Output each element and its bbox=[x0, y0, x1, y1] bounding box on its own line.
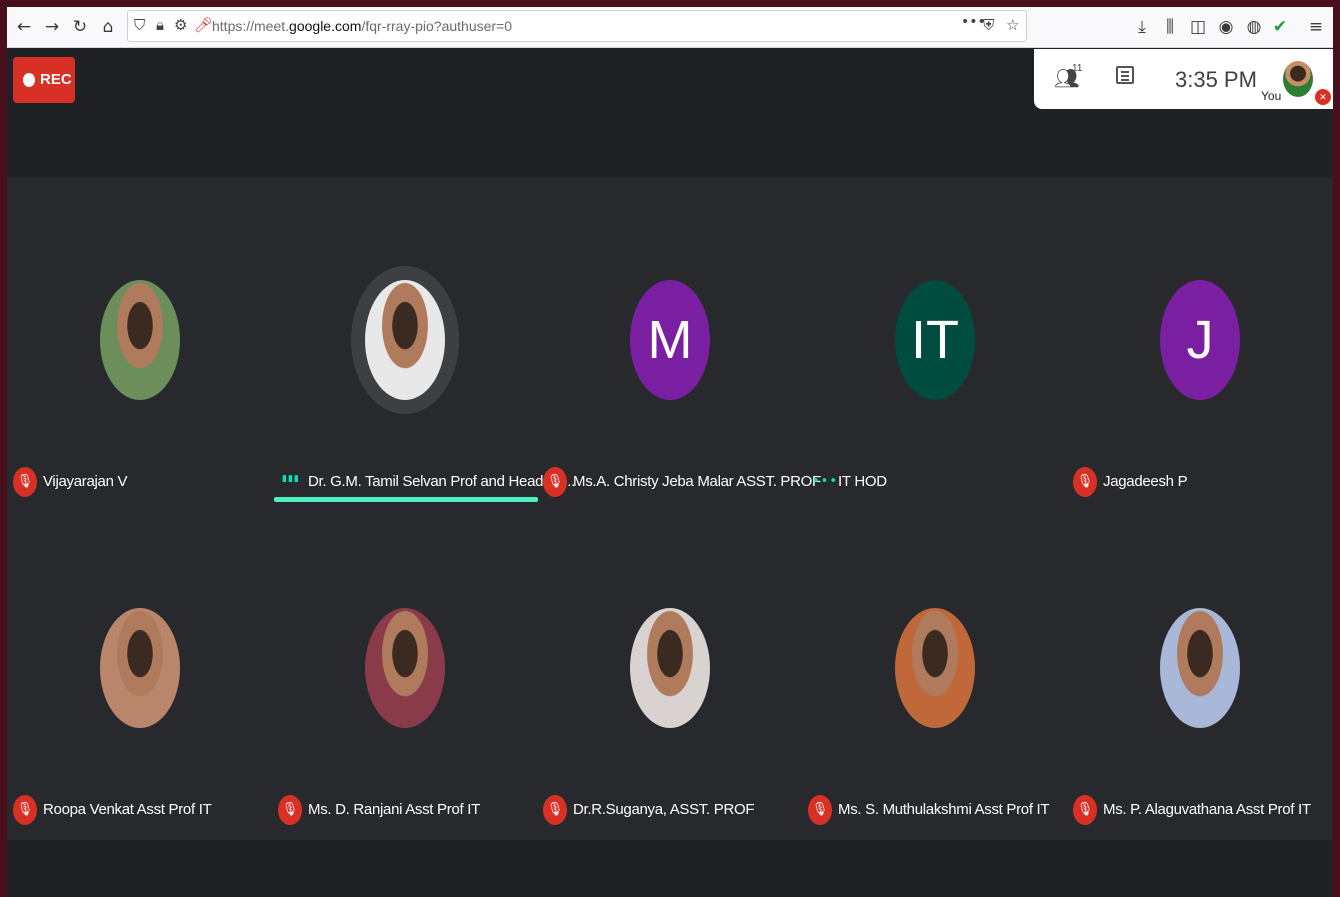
shield-icon[interactable]: ⛉ bbox=[134, 16, 145, 34]
participant-name: Roopa Venkat Asst Prof IT bbox=[43, 801, 212, 818]
back-icon[interactable]: ← bbox=[13, 15, 35, 39]
checkmark-extension-icon[interactable]: ✔ bbox=[1269, 15, 1291, 39]
recording-badge: REC bbox=[13, 57, 75, 103]
participant-avatar: J bbox=[1160, 280, 1240, 400]
recording-dot-icon bbox=[23, 73, 35, 87]
participant-tile[interactable]: 🎙︎ Ms. S. Muthulakshmi Asst Prof IT bbox=[802, 505, 1067, 833]
participant-tile[interactable]: 🎙︎ Roopa Venkat Asst Prof IT bbox=[7, 505, 272, 833]
audio-idle-icon: ••• bbox=[812, 474, 839, 489]
participant-name: Jagadeesh P bbox=[1103, 473, 1188, 490]
participant-name-row: 🎙︎ Dr.R.Suganya, ASST. PROF bbox=[537, 793, 802, 825]
participant-name: Ms. P. Alaguvathana Asst Prof IT bbox=[1103, 801, 1311, 818]
participant-avatar bbox=[100, 280, 180, 400]
participant-tile[interactable]: M 🎙︎ Ms.A. Christy Jeba Malar ASST. PROF bbox=[537, 177, 821, 505]
mic-off-icon: 🎙︎ bbox=[13, 467, 37, 497]
self-label: You bbox=[1261, 89, 1282, 103]
participant-avatar bbox=[365, 280, 445, 400]
participant-tile[interactable]: ▮▮▮ Dr. G.M. Tamil Selvan Prof and Head I… bbox=[272, 177, 575, 505]
microphone-icon[interactable]: 🎤︎ bbox=[194, 16, 213, 34]
bookmark-star-icon[interactable]: ☆ bbox=[1006, 16, 1019, 34]
permissions-icon[interactable]: ⚙ bbox=[174, 16, 187, 34]
participant-avatar bbox=[1160, 608, 1240, 728]
mic-off-icon: 🎙︎ bbox=[278, 795, 302, 825]
participant-name: Dr.R.Suganya, ASST. PROF bbox=[573, 801, 755, 818]
participant-tile[interactable]: 🎙︎ Vijayarajan V bbox=[7, 177, 272, 505]
participant-name: IT HOD bbox=[838, 473, 887, 490]
forward-icon[interactable]: → bbox=[41, 15, 63, 39]
participant-tile[interactable]: IT ••• IT HOD bbox=[802, 177, 1067, 505]
meeting-info-panel: 👥︎ 11 3:35 PM You ✕ bbox=[1034, 49, 1333, 109]
mic-off-icon: 🎙︎ bbox=[808, 795, 832, 825]
participant-avatar bbox=[895, 608, 975, 728]
library-icon[interactable]: ⫼ bbox=[1159, 15, 1181, 39]
url-text[interactable]: https://meet.google.com/fqr-rray-pio?aut… bbox=[212, 18, 512, 34]
participant-name-row: ••• IT HOD bbox=[802, 465, 1067, 495]
people-count: 11 bbox=[1072, 63, 1083, 74]
participant-name-row: 🎙︎ Ms. P. Alaguvathana Asst Prof IT bbox=[1067, 793, 1332, 825]
participant-name: Ms. S. Muthulakshmi Asst Prof IT bbox=[838, 801, 1050, 818]
participant-name-row: 🎙︎ Roopa Venkat Asst Prof IT bbox=[7, 793, 272, 825]
browser-toolbar: ← → ↻ ⌂ ⛉ 🔒︎ ⚙ 🎤︎ https://meet.google.co… bbox=[7, 7, 1333, 48]
participant-tile[interactable]: 🎙︎ Dr.R.Suganya, ASST. PROF bbox=[537, 505, 802, 833]
participant-name: Dr. G.M. Tamil Selvan Prof and Head IT .… bbox=[308, 473, 575, 490]
participant-tile[interactable]: 🎙︎ Ms. D. Ranjani Asst Prof IT bbox=[272, 505, 537, 833]
participant-avatar bbox=[365, 608, 445, 728]
home-icon[interactable]: ⌂ bbox=[97, 15, 119, 39]
menu-icon[interactable]: ≡ bbox=[1305, 15, 1327, 39]
participant-name-row: 🎙︎ Ms.A. Christy Jeba Malar ASST. PROF bbox=[537, 465, 821, 497]
participant-tile[interactable]: J 🎙︎ Jagadeesh P bbox=[1067, 177, 1332, 505]
mic-off-icon: 🎙︎ bbox=[13, 795, 37, 825]
participants-grid: 🎙︎ Vijayarajan V ▮▮▮ Dr. G.M. Tamil Selvan … bbox=[7, 177, 1333, 840]
pocket-icon[interactable]: ⛨ bbox=[983, 16, 994, 34]
chat-icon[interactable] bbox=[1116, 66, 1134, 84]
mic-off-icon: 🎙︎ bbox=[1073, 467, 1097, 497]
participant-name: Ms. D. Ranjani Asst Prof IT bbox=[308, 801, 480, 818]
participant-name-row: 🎙︎ Jagadeesh P bbox=[1067, 465, 1332, 497]
address-bar[interactable]: ⛉ 🔒︎ ⚙ 🎤︎ https://meet.google.com/fqr-rr… bbox=[127, 10, 1027, 42]
downloads-icon[interactable]: ⤓ bbox=[1131, 15, 1153, 39]
reload-icon[interactable]: ↻ bbox=[69, 15, 91, 39]
account-icon[interactable]: ◉ bbox=[1215, 15, 1237, 39]
self-avatar bbox=[1283, 61, 1313, 97]
extension-icon[interactable]: ◍ bbox=[1243, 15, 1265, 39]
participant-avatar bbox=[630, 608, 710, 728]
audio-level-icon: ▮▮▮ bbox=[282, 474, 300, 484]
participant-name: Vijayarajan V bbox=[43, 473, 128, 490]
self-mic-off-icon: ✕ bbox=[1315, 89, 1331, 105]
active-speaker-bar bbox=[274, 497, 538, 502]
mic-off-icon: 🎙︎ bbox=[1073, 795, 1097, 825]
participant-name-row: 🎙︎ Ms. D. Ranjani Asst Prof IT bbox=[272, 793, 537, 825]
participant-avatar: M bbox=[630, 280, 710, 400]
lock-icon[interactable]: 🔒︎ bbox=[156, 16, 164, 34]
participant-name: Ms.A. Christy Jeba Malar ASST. PROF bbox=[573, 473, 821, 490]
participant-avatar: IT bbox=[895, 280, 975, 400]
participant-name-row: ▮▮▮ Dr. G.M. Tamil Selvan Prof and Head I… bbox=[272, 465, 575, 502]
meeting-clock: 3:35 PM bbox=[1175, 67, 1257, 92]
sidebar-icon[interactable]: ◫ bbox=[1187, 15, 1209, 39]
recording-label: REC bbox=[40, 71, 72, 88]
participant-name-row: 🎙︎ Vijayarajan V bbox=[7, 465, 272, 497]
participant-tile[interactable]: 🎙︎ Ms. P. Alaguvathana Asst Prof IT bbox=[1067, 505, 1332, 833]
participant-name-row: 🎙︎ Ms. S. Muthulakshmi Asst Prof IT bbox=[802, 793, 1067, 825]
browser-window: ← → ↻ ⌂ ⛉ 🔒︎ ⚙ 🎤︎ https://meet.google.co… bbox=[7, 7, 1333, 897]
participant-avatar bbox=[100, 608, 180, 728]
mic-off-icon: 🎙︎ bbox=[543, 467, 567, 497]
mic-off-icon: 🎙︎ bbox=[543, 795, 567, 825]
